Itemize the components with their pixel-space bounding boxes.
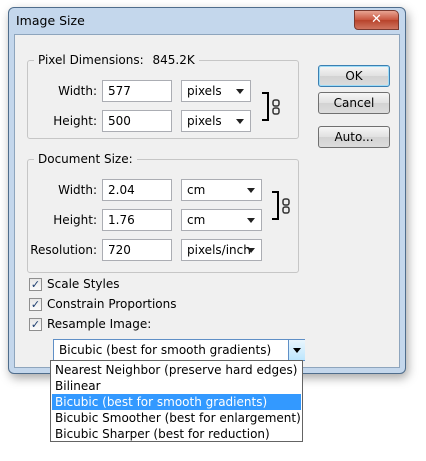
pixel-width-unit-select[interactable]: pixels [181, 80, 251, 102]
doc-width-input[interactable]: 2.04 [102, 179, 172, 201]
resample-image-checkbox[interactable]: ✓ [29, 318, 42, 331]
pixel-dimensions-size: 845.2K [152, 53, 195, 67]
chevron-down-icon [247, 248, 255, 253]
doc-height-input[interactable]: 1.76 [102, 209, 172, 231]
pixel-link-bracket [262, 92, 269, 121]
doc-height-unit-select[interactable]: cm [181, 209, 262, 231]
dialog-body: Pixel Dimensions: 845.2K Width: 577 pixe… [14, 34, 400, 368]
dropdown-option-bicubic-smoother[interactable]: Bicubic Smoother (best for enlargement) [52, 410, 301, 426]
checkmark-icon: ✓ [30, 318, 41, 331]
doc-width-label: Width: [58, 183, 97, 197]
resample-method-value: Bicubic (best for smooth gradients) [59, 343, 272, 357]
pixel-dimensions-header: Pixel Dimensions: 845.2K [34, 53, 199, 67]
auto-button[interactable]: Auto... [318, 126, 390, 148]
resample-dropdown-list: Nearest Neighbor (preserve hard edges) B… [50, 360, 303, 442]
pixel-height-label: Height: [53, 114, 97, 128]
pixel-width-unit-value: pixels [187, 84, 222, 98]
resolution-label: Resolution: [30, 243, 97, 257]
doc-link-bracket [272, 191, 279, 220]
resample-method-select[interactable]: Bicubic (best for smooth gradients) [53, 339, 305, 361]
chevron-down-icon [236, 119, 244, 124]
scale-styles-label: Scale Styles [47, 277, 120, 291]
ok-button[interactable]: OK [318, 65, 390, 87]
constrain-proportions-label: Constrain Proportions [47, 297, 177, 311]
checkmark-icon: ✓ [30, 298, 41, 311]
resolution-unit-select[interactable]: pixels/inch [181, 239, 262, 261]
resolution-input[interactable]: 720 [102, 239, 172, 261]
doc-width-unit-select[interactable]: cm [181, 179, 262, 201]
dropdown-option-bicubic[interactable]: Bicubic (best for smooth gradients) [52, 394, 301, 410]
dropdown-option-bicubic-sharper[interactable]: Bicubic Sharper (best for reduction) [52, 426, 301, 442]
dropdown-option-nearest-neighbor[interactable]: Nearest Neighbor (preserve hard edges) [52, 362, 301, 378]
pixel-height-input[interactable]: 500 [102, 110, 172, 132]
pixel-height-unit-select[interactable]: pixels [181, 110, 251, 132]
dropdown-option-bilinear[interactable]: Bilinear [52, 378, 301, 394]
scale-styles-checkbox[interactable]: ✓ [29, 278, 42, 291]
resolution-unit-value: pixels/inch [187, 243, 251, 257]
doc-height-label: Height: [53, 213, 97, 227]
resample-image-label: Resample Image: [47, 317, 152, 331]
document-size-title: Document Size: [34, 152, 137, 166]
doc-height-unit-value: cm [187, 213, 206, 227]
doc-width-unit-value: cm [187, 183, 206, 197]
pixel-width-input[interactable]: 577 [102, 80, 172, 102]
chevron-down-icon [247, 188, 255, 193]
pixel-width-label: Width: [58, 84, 97, 98]
constrain-proportions-checkbox[interactable]: ✓ [29, 298, 42, 311]
chevron-down-icon [236, 89, 244, 94]
chain-link-icon [282, 198, 290, 214]
chevron-down-icon [293, 348, 301, 353]
chevron-down-icon [247, 218, 255, 223]
close-icon: ✕ [371, 12, 382, 27]
image-size-dialog: Image Size ✕ Pixel Dimensions: 845.2K Wi… [8, 7, 406, 374]
checkmark-icon: ✓ [30, 278, 41, 291]
close-button[interactable]: ✕ [354, 10, 399, 30]
pixel-dimensions-title: Pixel Dimensions: [38, 53, 144, 67]
chain-link-icon [272, 99, 280, 115]
resample-dropdown-button[interactable] [288, 340, 305, 360]
cancel-button[interactable]: Cancel [318, 92, 390, 114]
pixel-height-unit-value: pixels [187, 114, 222, 128]
dialog-title: Image Size [16, 13, 85, 28]
